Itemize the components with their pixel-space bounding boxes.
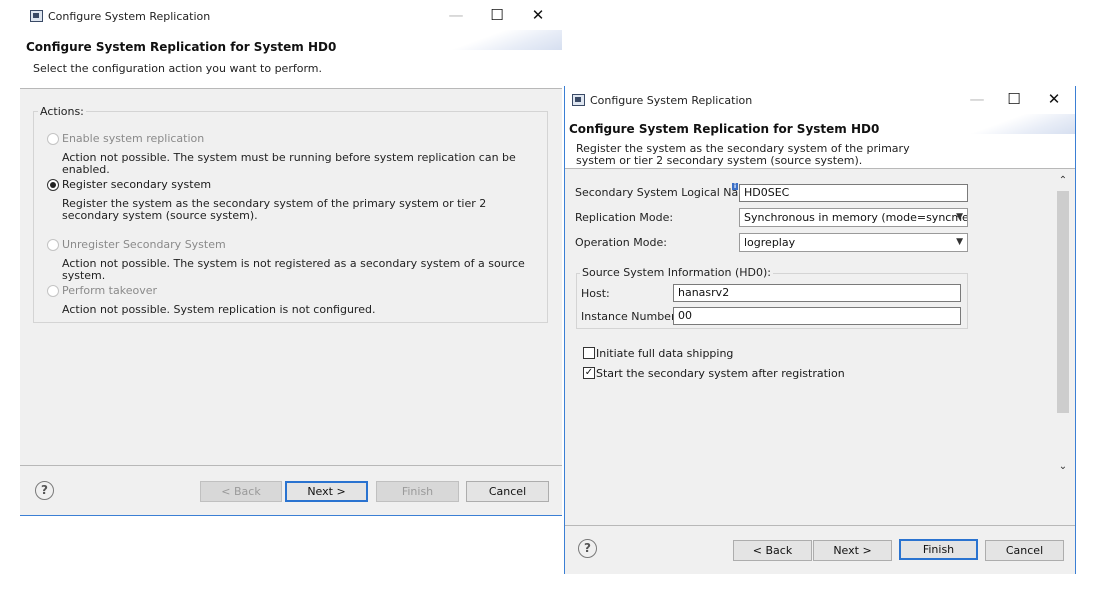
- left-body: Actions: Enable system replication Actio…: [20, 89, 562, 516]
- perform-takeover-label: Perform takeover: [62, 284, 158, 297]
- operation-mode-label: Operation Mode:: [575, 236, 667, 249]
- cancel-button[interactable]: Cancel: [985, 540, 1064, 561]
- chevron-down-icon: ▼: [956, 212, 963, 222]
- actions-group-label: Actions:: [38, 105, 86, 118]
- start-secondary-checkbox[interactable]: ✓: [583, 367, 595, 379]
- next-button[interactable]: Next >: [285, 481, 368, 502]
- page-title: Configure System Replication for System …: [26, 40, 337, 54]
- cancel-button[interactable]: Cancel: [466, 481, 549, 502]
- unregister-secondary-radio[interactable]: [47, 239, 59, 251]
- unregister-secondary-label: Unregister Secondary System: [62, 238, 226, 251]
- header-decoration: [430, 30, 562, 50]
- maximize-icon[interactable]: ☐: [1003, 91, 1025, 107]
- finish-button[interactable]: Finish: [376, 481, 459, 502]
- chevron-up-icon[interactable]: ⌃: [1056, 175, 1070, 186]
- footer-divider: [20, 465, 562, 466]
- instance-number-field[interactable]: 00: [673, 307, 961, 325]
- full-data-shipping-label: Initiate full data shipping: [596, 347, 734, 360]
- vertical-scrollbar[interactable]: ⌃ ⌄: [1055, 175, 1071, 475]
- left-dialog: Configure System Replication — ☐ ✕ Confi…: [20, 0, 562, 516]
- info-icon: i: [732, 183, 738, 190]
- right-body: Secondary System Logical Name: i HD0SEC …: [565, 169, 1075, 574]
- footer-divider: [565, 525, 1075, 526]
- help-icon[interactable]: ?: [578, 539, 597, 558]
- register-secondary-description: Register the system as the secondary sys…: [62, 197, 487, 222]
- close-icon[interactable]: ✕: [527, 7, 549, 23]
- chevron-down-icon: ▼: [956, 237, 963, 247]
- left-window-title: Configure System Replication: [48, 10, 211, 23]
- perform-takeover-radio[interactable]: [47, 285, 59, 297]
- source-system-group-label: Source System Information (HD0):: [580, 266, 773, 279]
- register-secondary-label: Register secondary system: [62, 178, 212, 191]
- logical-name-field[interactable]: HD0SEC: [739, 184, 968, 202]
- app-icon: [572, 94, 585, 106]
- operation-mode-select[interactable]: logreplay ▼: [739, 233, 968, 252]
- enable-replication-label: Enable system replication: [62, 132, 205, 145]
- close-icon[interactable]: ✕: [1043, 91, 1065, 107]
- replication-mode-select[interactable]: Synchronous in memory (mode=syncmem) ▼: [739, 208, 968, 227]
- minimize-icon[interactable]: —: [445, 7, 467, 23]
- instance-number-label: Instance Number:: [581, 310, 679, 323]
- operation-mode-value: logreplay: [744, 236, 796, 249]
- maximize-icon[interactable]: ☐: [486, 7, 508, 23]
- replication-mode-value: Synchronous in memory (mode=syncmem): [744, 211, 968, 224]
- host-label: Host:: [581, 287, 610, 300]
- chevron-down-icon[interactable]: ⌄: [1056, 461, 1070, 472]
- page-title: Configure System Replication for System …: [569, 122, 880, 136]
- register-secondary-radio[interactable]: [47, 179, 59, 191]
- host-field[interactable]: hanasrv2: [673, 284, 961, 302]
- back-button[interactable]: < Back: [200, 481, 282, 502]
- back-button[interactable]: < Back: [733, 540, 812, 561]
- scrollbar-thumb[interactable]: [1057, 191, 1069, 413]
- start-secondary-label: Start the secondary system after registr…: [596, 367, 845, 380]
- help-icon[interactable]: ?: [35, 481, 54, 500]
- enable-replication-description: Action not possible. The system must be …: [62, 151, 516, 176]
- replication-mode-label: Replication Mode:: [575, 211, 674, 224]
- app-icon: [30, 10, 43, 22]
- minimize-icon[interactable]: —: [966, 91, 988, 107]
- page-description: Select the configuration action you want…: [33, 62, 322, 75]
- right-dialog: Configure System Replication — ☐ ✕ Confi…: [564, 86, 1076, 574]
- unregister-secondary-description: Action not possible. The system is not r…: [62, 257, 525, 282]
- full-data-shipping-checkbox[interactable]: [583, 347, 595, 359]
- finish-button[interactable]: Finish: [899, 539, 978, 560]
- page-description: Register the system as the secondary sys…: [576, 142, 910, 167]
- enable-replication-radio[interactable]: [47, 133, 59, 145]
- next-button[interactable]: Next >: [813, 540, 892, 561]
- perform-takeover-description: Action not possible. System replication …: [62, 303, 376, 316]
- right-window-title: Configure System Replication: [590, 94, 753, 107]
- left-titlebar: Configure System Replication — ☐ ✕: [20, 0, 562, 32]
- header-decoration: [953, 114, 1075, 134]
